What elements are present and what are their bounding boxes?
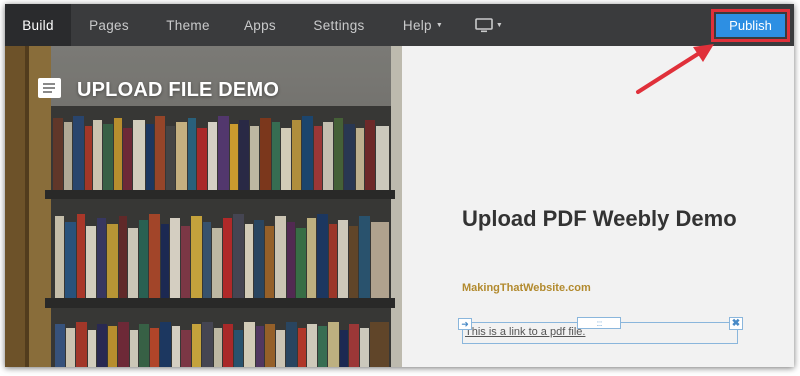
nav-settings[interactable]: Settings bbox=[291, 4, 387, 46]
site-title[interactable]: UPLOAD FILE DEMO bbox=[77, 79, 279, 102]
nav-pages[interactable]: Pages bbox=[71, 4, 147, 46]
chevron-down-icon: ▼ bbox=[435, 21, 444, 29]
selected-text-element[interactable]: This is a link to a pdf file. ➜ :::: ✖ bbox=[458, 317, 743, 344]
page-heading[interactable]: Upload PDF Weebly Demo bbox=[462, 206, 762, 231]
nav-help[interactable]: Help ▼ bbox=[387, 4, 459, 46]
publish-button[interactable]: Publish bbox=[716, 14, 785, 37]
close-icon[interactable]: ✖ bbox=[729, 317, 743, 330]
nav-help-label: Help bbox=[402, 17, 432, 33]
desktop-icon bbox=[475, 17, 493, 32]
text-block-icon bbox=[38, 78, 61, 98]
site-link[interactable]: MakingThatWebsite.com bbox=[462, 282, 591, 294]
drag-handle[interactable]: :::: bbox=[577, 317, 621, 329]
device-preview-toggle[interactable]: ▼ bbox=[459, 4, 519, 46]
nav-build[interactable]: Build bbox=[5, 4, 71, 46]
publish-highlight-box: Publish bbox=[711, 9, 790, 42]
nav-apps[interactable]: Apps bbox=[229, 4, 291, 46]
editor-window: Build Pages Theme Apps Settings Help ▼ ▼… bbox=[5, 4, 794, 367]
header-image-library[interactable]: UPLOAD FILE DEMO bbox=[5, 46, 402, 367]
content-area: Upload PDF Weebly Demo MakingThatWebsite… bbox=[402, 46, 794, 367]
nav-theme[interactable]: Theme bbox=[147, 4, 229, 46]
chevron-down-icon: ▼ bbox=[495, 21, 504, 29]
top-navigation-bar: Build Pages Theme Apps Settings Help ▼ ▼… bbox=[5, 4, 794, 46]
arrow-right-icon[interactable]: ➜ bbox=[458, 318, 472, 330]
pdf-link[interactable]: This is a link to a pdf file. bbox=[465, 326, 585, 338]
